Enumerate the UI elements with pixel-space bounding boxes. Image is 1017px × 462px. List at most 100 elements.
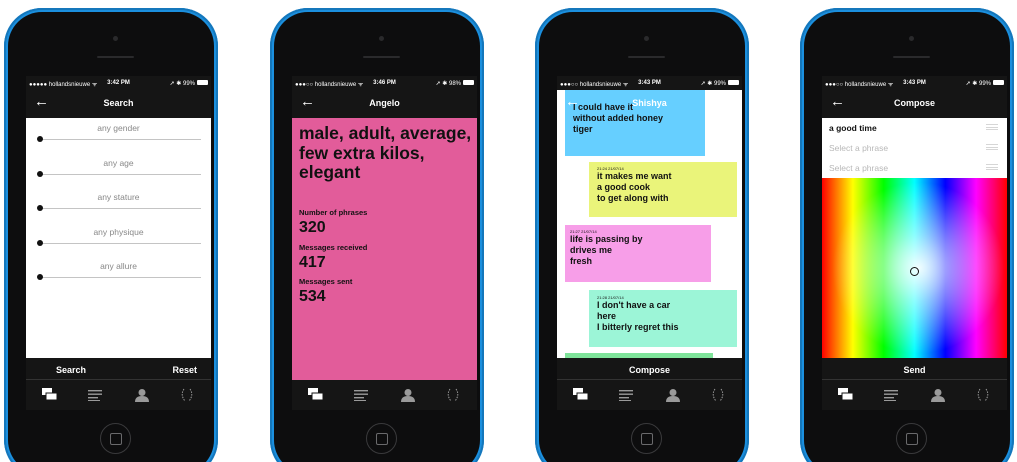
slider-track[interactable] xyxy=(39,174,201,175)
speaker xyxy=(628,56,665,58)
camera xyxy=(909,36,914,41)
chat-thread[interactable]: I could have it without added honey tige… xyxy=(557,90,742,358)
laurel-icon[interactable] xyxy=(972,384,994,406)
home-button[interactable] xyxy=(366,423,397,454)
screen: I could have it without added honey tige… xyxy=(557,76,742,410)
compose-button[interactable]: Compose xyxy=(557,365,742,375)
filter-stature[interactable]: any stature xyxy=(26,187,211,222)
nav-title: Search xyxy=(103,98,134,108)
person-icon[interactable] xyxy=(131,384,153,406)
laurel-icon[interactable] xyxy=(176,384,198,406)
drag-handle-icon[interactable] xyxy=(986,164,998,170)
filter-allure[interactable]: any allure xyxy=(26,256,211,291)
phrases-count: 320 xyxy=(299,219,326,236)
filter-age[interactable]: any age xyxy=(26,153,211,188)
list-icon[interactable] xyxy=(615,384,637,406)
message-text: life is passing by drives me fresh xyxy=(570,234,643,266)
home-button[interactable] xyxy=(631,423,662,454)
phone-search: ●●●●● hollandsnieuwe ᯤ 3:42 PM ➚ ✱ 99% ←… xyxy=(4,8,218,462)
phrase-slot-2[interactable]: Select a phrase xyxy=(822,138,1007,158)
action-bar: Compose xyxy=(557,358,742,380)
slider-knob[interactable] xyxy=(37,274,43,280)
home-button[interactable] xyxy=(896,423,927,454)
phone-compose: ●●●○○ hollandsnieuwe ᯤ 3:43 PM ➚ ✱ 99% ←… xyxy=(800,8,1014,462)
home-button[interactable] xyxy=(100,423,131,454)
phrase-placeholder: Select a phrase xyxy=(829,163,889,173)
phrase-text: a good time xyxy=(829,123,877,133)
color-picker-handle[interactable] xyxy=(910,267,919,276)
filter-label: any stature xyxy=(97,192,140,202)
filter-label: any physique xyxy=(93,227,144,237)
nav-bar: ← Compose xyxy=(822,90,1007,118)
phone-profile: ●●●○○ hollandsnieuwe ᯤ 3:46 PM ➚ ✱ 98% ←… xyxy=(270,8,484,462)
filter-label: any age xyxy=(103,158,134,168)
tab-bar xyxy=(26,380,211,410)
speaker xyxy=(363,56,400,58)
phone-chat: I could have it without added honey tige… xyxy=(535,8,749,462)
camera xyxy=(113,36,118,41)
camera xyxy=(644,36,649,41)
slider-track[interactable] xyxy=(39,243,201,244)
chat-bubbles-icon[interactable] xyxy=(835,384,857,406)
received-count: 417 xyxy=(299,254,326,271)
drag-handle-icon[interactable] xyxy=(986,124,998,130)
status-bar: ●●●○○ hollandsnieuwe ᯤ 3:43 PM ➚ ✱ 99% xyxy=(822,76,1007,90)
filter-gender[interactable]: any gender xyxy=(26,118,211,153)
nav-bar: ← Search xyxy=(26,90,211,118)
person-icon[interactable] xyxy=(662,384,684,406)
phrases-label: Number of phrases xyxy=(299,208,368,217)
sent-count: 534 xyxy=(299,288,326,305)
phrase-slot-3[interactable]: Select a phrase xyxy=(822,158,1007,178)
profile-panel: male, adult, average, few extra kilos, e… xyxy=(292,118,477,358)
slider-track[interactable] xyxy=(39,208,201,209)
color-picker[interactable] xyxy=(822,178,1007,358)
search-button[interactable]: Search xyxy=(56,365,86,375)
status-right: ➚ ✱ 98% xyxy=(435,81,461,87)
nav-bar: ← Shishya xyxy=(557,90,742,109)
profile-footer xyxy=(292,358,477,380)
slider-knob[interactable] xyxy=(37,136,43,142)
phrase-slot-1[interactable]: a good time xyxy=(822,118,1007,138)
nav-title: Shishya xyxy=(632,98,667,108)
list-icon[interactable] xyxy=(84,384,106,406)
sent-label: Messages sent xyxy=(299,277,353,286)
chat-bubbles-icon[interactable] xyxy=(39,384,61,406)
slider-track[interactable] xyxy=(39,277,201,278)
nav-title: Angelo xyxy=(369,98,400,108)
received-label: Messages received xyxy=(299,243,368,252)
list-icon[interactable] xyxy=(350,384,372,406)
slider-knob[interactable] xyxy=(37,240,43,246)
person-icon[interactable] xyxy=(927,384,949,406)
filter-physique[interactable]: any physique xyxy=(26,222,211,257)
battery-icon xyxy=(197,80,208,85)
chat-bubbles-icon[interactable] xyxy=(305,384,327,406)
filter-label: any gender xyxy=(97,123,140,133)
message-text: it makes me want a good cook to get alon… xyxy=(597,171,672,203)
filter-list: any gender any age any stature any physi… xyxy=(26,118,211,358)
profile-card: male, adult, average, few extra kilos, e… xyxy=(292,118,477,358)
tab-bar xyxy=(292,380,477,410)
send-button[interactable]: Send xyxy=(822,365,1007,375)
nav-bar: ← Angelo xyxy=(292,90,477,118)
list-icon[interactable] xyxy=(880,384,902,406)
screen: ●●●●● hollandsnieuwe ᯤ 3:42 PM ➚ ✱ 99% ←… xyxy=(26,76,211,410)
battery-icon xyxy=(728,80,739,85)
reset-button[interactable]: Reset xyxy=(172,365,197,375)
filter-label: any allure xyxy=(100,261,137,271)
slider-track[interactable] xyxy=(39,139,201,140)
status-right: ➚ ✱ 99% xyxy=(965,81,991,87)
nav-title: Compose xyxy=(893,98,935,108)
profile-headline: male, adult, average, few extra kilos, e… xyxy=(299,123,472,182)
laurel-icon[interactable] xyxy=(442,384,464,406)
slider-knob[interactable] xyxy=(37,205,43,211)
laurel-icon[interactable] xyxy=(707,384,729,406)
drag-handle-icon[interactable] xyxy=(986,144,998,150)
speaker xyxy=(893,56,930,58)
status-bar: ●●●●● hollandsnieuwe ᯤ 3:42 PM ➚ ✱ 99% xyxy=(26,76,211,90)
status-bar: ●●●○○ hollandsnieuwe ᯤ 3:43 PM ➚ ✱ 99% xyxy=(557,76,742,90)
screen: ●●●○○ hollandsnieuwe ᯤ 3:43 PM ➚ ✱ 99% ←… xyxy=(822,76,1007,410)
person-icon[interactable] xyxy=(397,384,419,406)
chat-bubbles-icon[interactable] xyxy=(570,384,592,406)
status-right: ➚ ✱ 99% xyxy=(700,81,726,87)
slider-knob[interactable] xyxy=(37,171,43,177)
